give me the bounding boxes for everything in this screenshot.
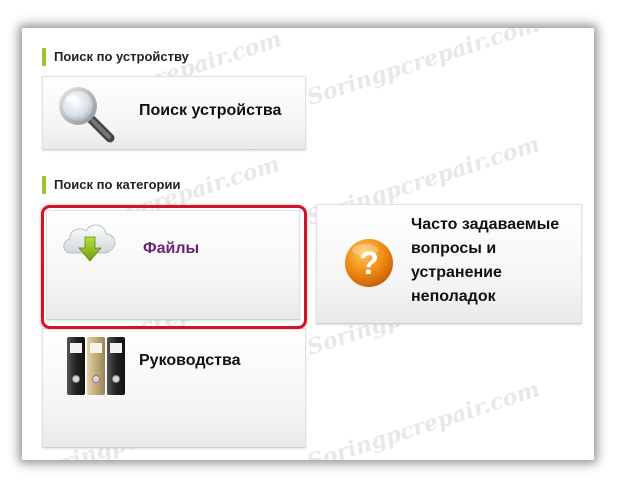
faq-label-line: устранение <box>411 264 502 281</box>
question-icon: ? <box>345 239 393 287</box>
watermark: Soringpcrepair.com <box>303 376 543 460</box>
section-title-device-search: Поиск по устройству <box>42 48 189 66</box>
binders-icon <box>67 337 125 395</box>
magnifier-icon <box>59 87 115 143</box>
device-search-label: Поиск устройства <box>139 102 282 119</box>
faq-label-line: неполадок <box>411 288 496 305</box>
content-panel: Soringpcrepair.com Soringpcrepair.com So… <box>22 28 594 460</box>
manuals-label: Руководства <box>139 352 241 369</box>
device-search-card[interactable]: Поиск устройства <box>42 76 306 150</box>
cloud-download-icon <box>63 224 116 262</box>
faq-label-line: Часто задаваемые <box>411 216 560 233</box>
files-label: Файлы <box>143 240 200 257</box>
faq-label: Часто задаваемые вопросы и устранение не… <box>411 213 581 309</box>
section-title-label: Поиск по категории <box>54 177 181 192</box>
section-title-category-search: Поиск по категории <box>42 176 180 194</box>
manuals-card[interactable]: Руководства <box>42 328 306 448</box>
svg-text:?: ? <box>359 245 379 281</box>
files-card[interactable]: Файлы <box>46 210 300 320</box>
watermark: Soringpcrepair.com <box>303 28 543 111</box>
faq-label-line: вопросы и <box>411 240 497 257</box>
faq-card[interactable]: ? Часто задаваемые вопросы и устранение … <box>316 204 582 324</box>
section-title-label: Поиск по устройству <box>54 49 189 64</box>
